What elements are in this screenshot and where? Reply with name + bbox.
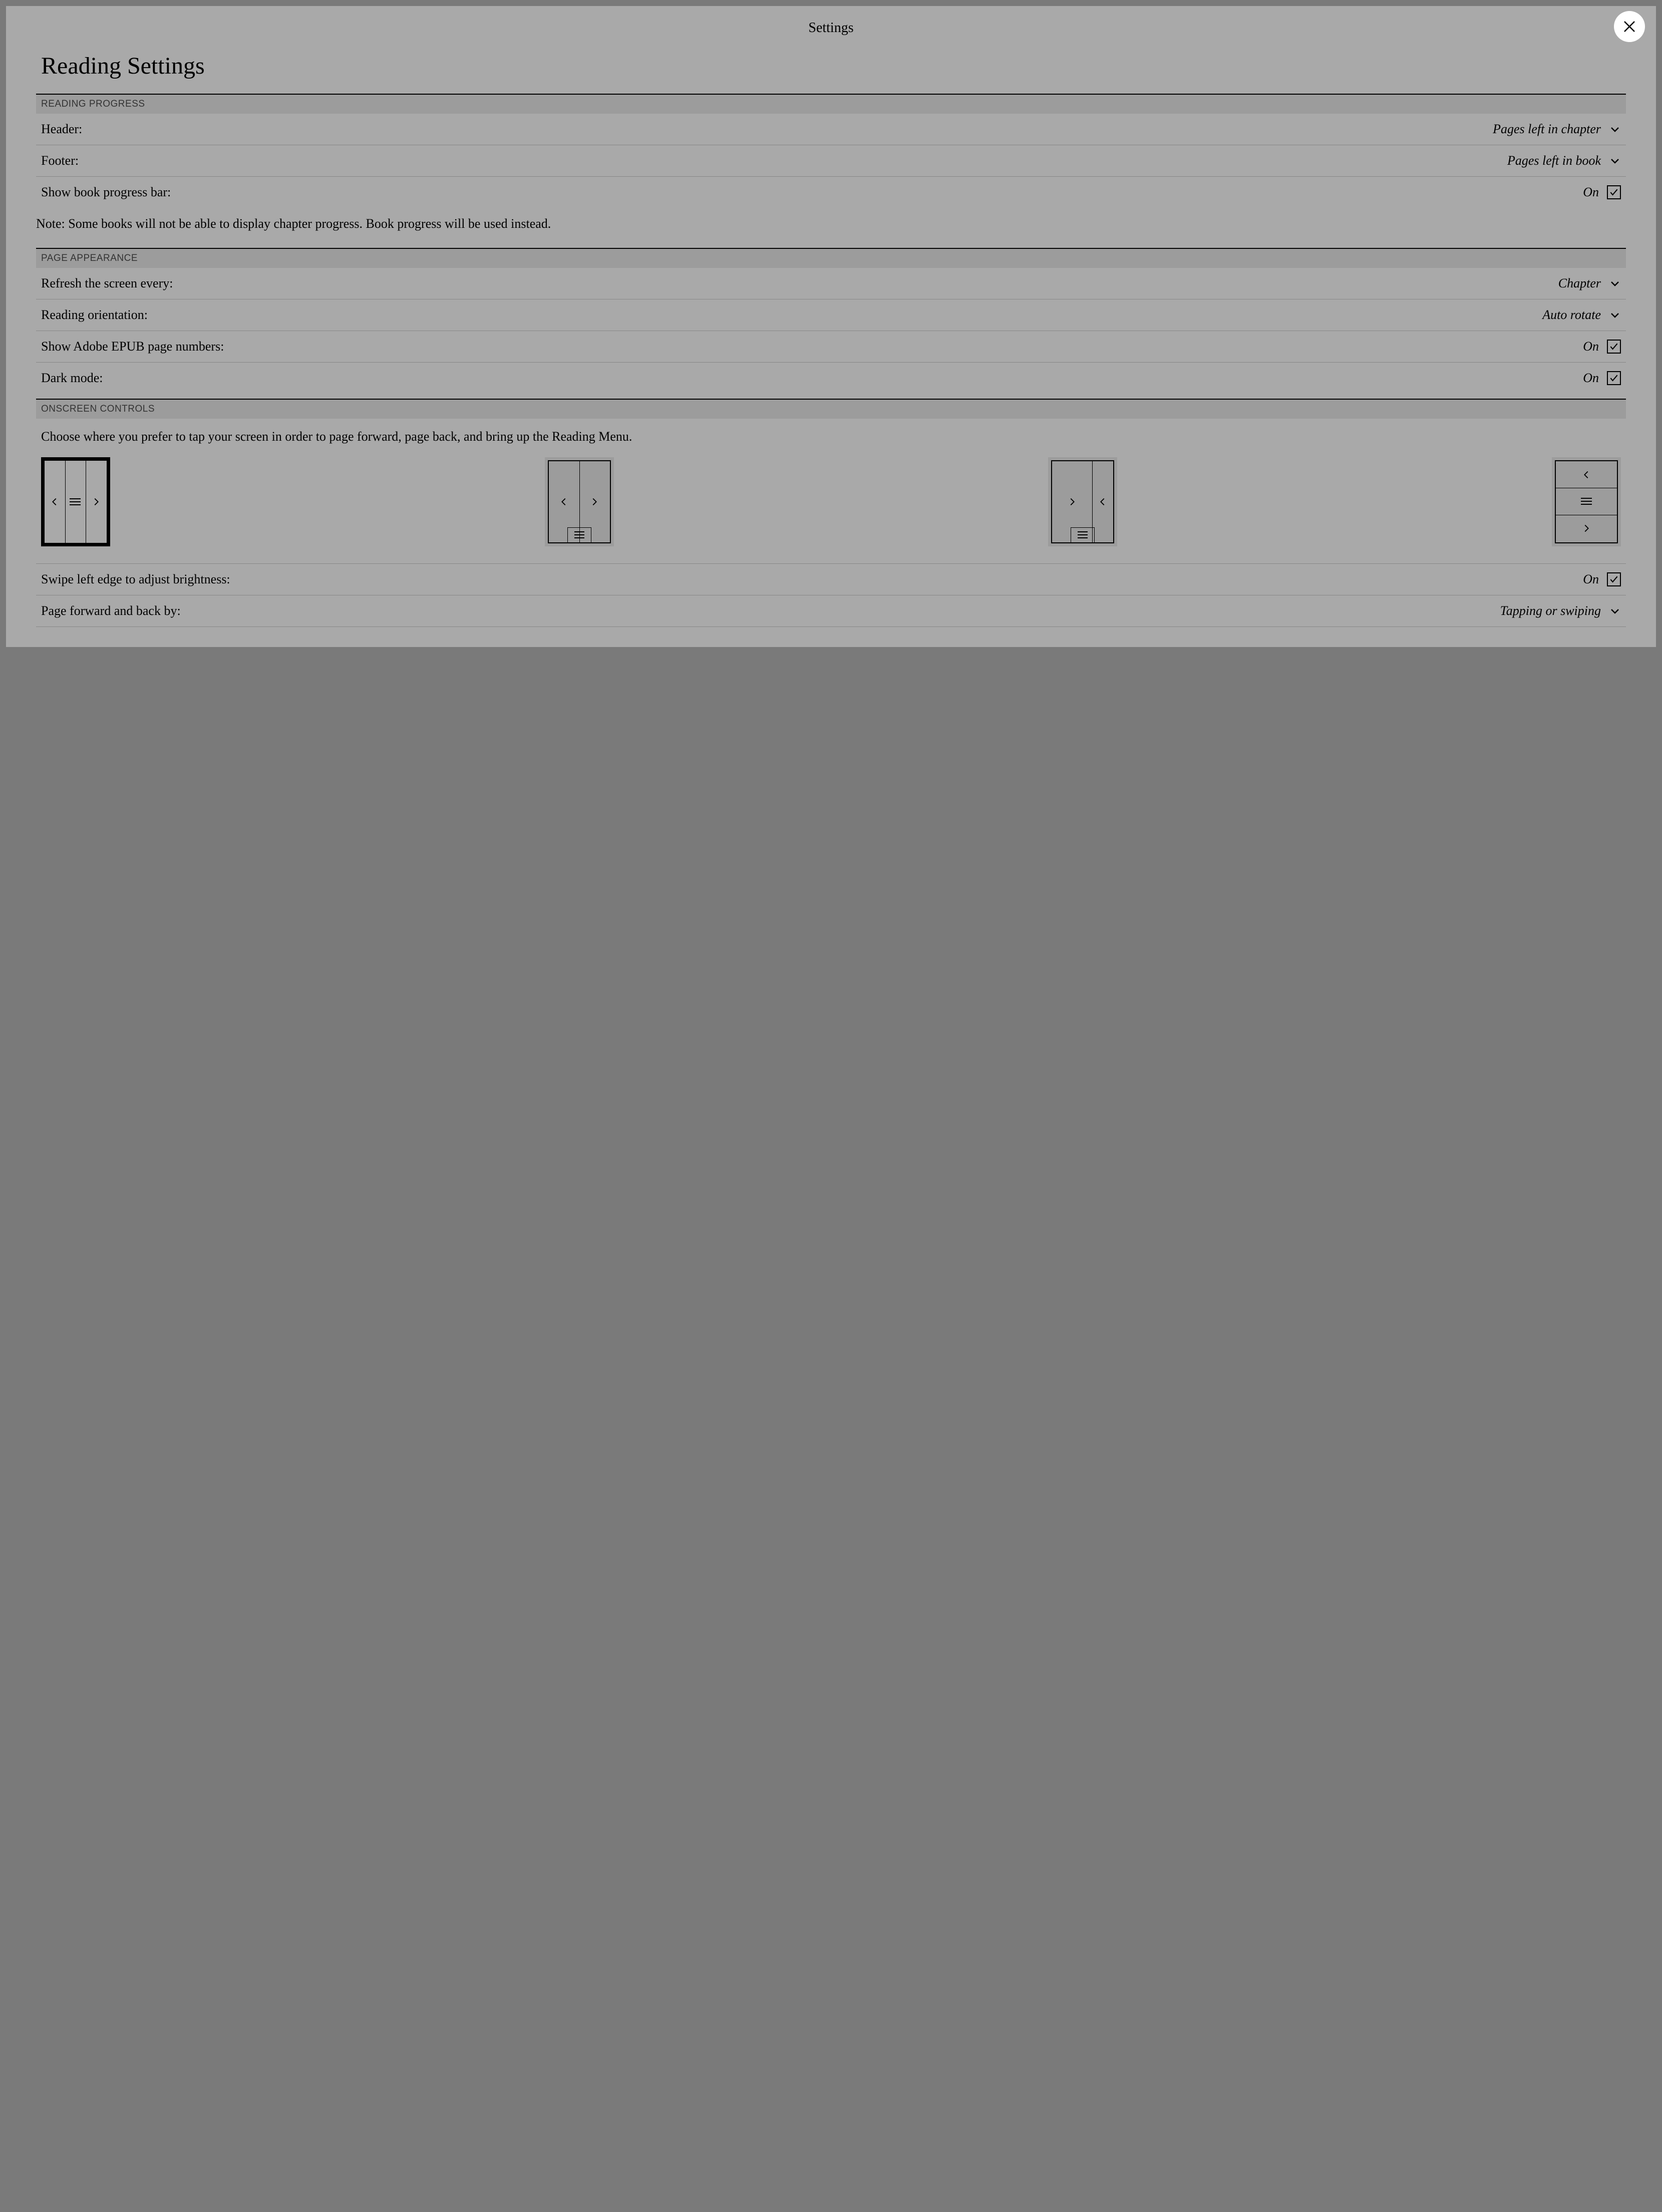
menu-icon [567, 527, 591, 542]
row-label: Page forward and back by: [41, 603, 181, 618]
row-reading-orientation[interactable]: Reading orientation: Auto rotate [36, 299, 1626, 331]
checkbox-checked-icon[interactable] [1607, 185, 1621, 199]
chevron-down-icon [1609, 277, 1621, 289]
tap-layout-option-4[interactable] [1552, 457, 1621, 546]
row-label: Swipe left edge to adjust brightness: [41, 572, 230, 587]
modal-title: Settings [808, 20, 853, 36]
row-label: Show book progress bar: [41, 185, 171, 200]
close-icon [1622, 19, 1637, 34]
menu-icon [1556, 488, 1617, 514]
row-dark-mode[interactable]: Dark mode: On [36, 363, 1626, 399]
menu-icon [1071, 527, 1095, 542]
chevron-down-icon [1609, 309, 1621, 321]
page-title: Reading Settings [36, 41, 1626, 94]
chevron-left-icon [45, 461, 65, 543]
tap-layout-options [36, 457, 1626, 564]
checkbox-checked-icon[interactable] [1607, 572, 1621, 586]
row-label: Reading orientation: [41, 307, 148, 323]
row-refresh-screen[interactable]: Refresh the screen every: Chapter [36, 268, 1626, 299]
chevron-left-icon [1092, 461, 1114, 542]
onscreen-controls-description: Choose where you prefer to tap your scre… [36, 419, 1626, 457]
row-value: On [1583, 185, 1599, 200]
row-header-display[interactable]: Header: Pages left in chapter [36, 114, 1626, 145]
row-progress-bar[interactable]: Show book progress bar: On [36, 177, 1626, 208]
settings-modal: Settings Reading Settings READING PROGRE… [6, 6, 1656, 647]
progress-note: Note: Some books will not be able to dis… [36, 208, 1626, 248]
row-value: Auto rotate [1542, 307, 1601, 323]
modal-header: Settings [6, 6, 1656, 41]
row-label: Refresh the screen every: [41, 276, 173, 291]
tap-layout-option-2[interactable] [545, 457, 614, 546]
row-label: Footer: [41, 153, 79, 168]
chevron-right-icon [86, 461, 107, 543]
section-header-reading-progress: READING PROGRESS [36, 95, 1626, 114]
checkbox-checked-icon[interactable] [1607, 371, 1621, 385]
tap-layout-option-1[interactable] [41, 457, 110, 546]
chevron-down-icon [1609, 155, 1621, 167]
row-label: Header: [41, 122, 82, 137]
tap-layout-option-3[interactable] [1048, 457, 1117, 546]
chevron-down-icon [1609, 123, 1621, 135]
section-header-onscreen-controls: ONSCREEN CONTROLS [36, 400, 1626, 419]
section-onscreen-controls: ONSCREEN CONTROLS Choose where you prefe… [36, 399, 1626, 626]
row-footer-display[interactable]: Footer: Pages left in book [36, 145, 1626, 177]
menu-icon [65, 461, 86, 543]
section-page-appearance: PAGE APPEARANCE Refresh the screen every… [36, 248, 1626, 399]
row-value: On [1583, 339, 1599, 354]
chevron-right-icon [1556, 515, 1617, 542]
row-value: On [1583, 371, 1599, 386]
chevron-down-icon [1609, 605, 1621, 617]
chevron-left-icon [1556, 461, 1617, 488]
row-value: On [1583, 572, 1599, 587]
section-header-page-appearance: PAGE APPEARANCE [36, 249, 1626, 268]
row-label: Dark mode: [41, 371, 103, 386]
row-epub-page-numbers[interactable]: Show Adobe EPUB page numbers: On [36, 331, 1626, 363]
row-swipe-brightness[interactable]: Swipe left edge to adjust brightness: On [36, 564, 1626, 595]
row-value: Tapping or swiping [1500, 603, 1601, 618]
section-reading-progress: READING PROGRESS Header: Pages left in c… [36, 94, 1626, 248]
checkbox-checked-icon[interactable] [1607, 340, 1621, 354]
row-value: Pages left in book [1507, 153, 1601, 168]
close-button[interactable] [1614, 11, 1645, 42]
row-value: Chapter [1558, 276, 1601, 291]
row-label: Show Adobe EPUB page numbers: [41, 339, 224, 354]
row-value: Pages left in chapter [1493, 122, 1601, 137]
row-page-forward-back[interactable]: Page forward and back by: Tapping or swi… [36, 595, 1626, 627]
